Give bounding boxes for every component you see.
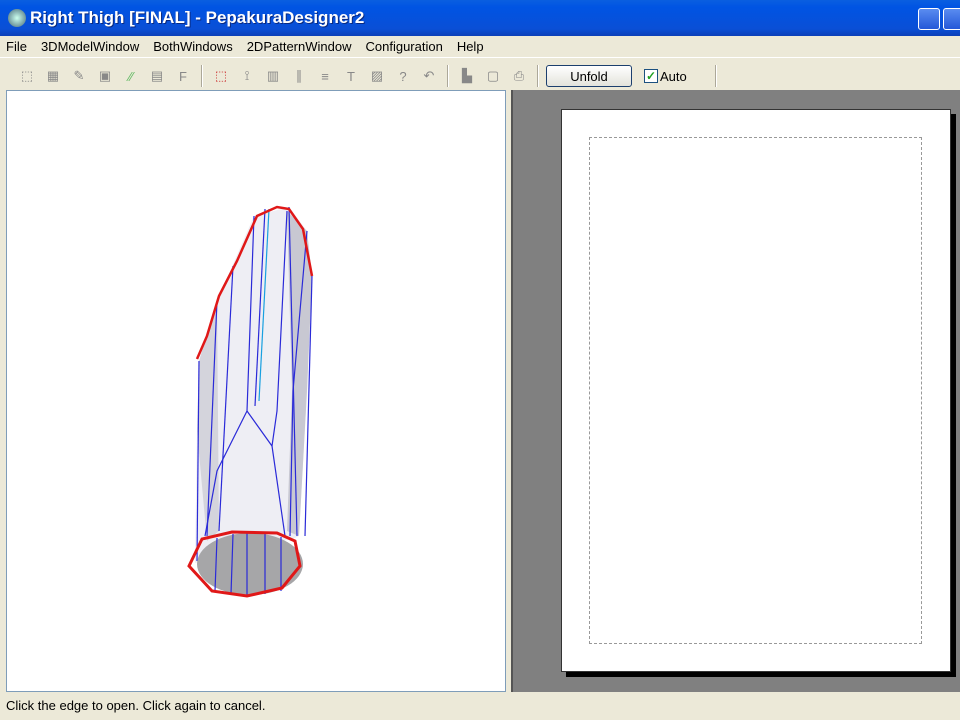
number-icon[interactable]: ▣ (95, 67, 115, 85)
select-region-icon[interactable]: ⬚ (17, 67, 37, 85)
maximize-button[interactable] (943, 8, 960, 30)
3d-model (187, 205, 314, 598)
menu-help[interactable]: Help (457, 39, 484, 54)
print-icon[interactable]: ⎙ (509, 67, 529, 85)
film-icon[interactable]: ▥ (263, 67, 283, 85)
layers-icon[interactable]: ≡ (315, 67, 335, 85)
auto-label: Auto (660, 68, 687, 84)
flap-icon[interactable]: F (173, 67, 193, 85)
menu-3dmodelwindow[interactable]: 3DModelWindow (41, 39, 139, 54)
join-edge-icon[interactable]: ⟟ (237, 67, 257, 85)
toolbar-separator (537, 65, 539, 87)
clipboard-icon[interactable]: ▢ (483, 67, 503, 85)
menu-bothwindows[interactable]: BothWindows (153, 39, 232, 54)
3d-model-view[interactable] (6, 90, 506, 692)
unfold-button[interactable]: Unfold (546, 65, 632, 87)
app-icon (8, 9, 26, 27)
select-cursor-icon[interactable]: ⬚ (211, 67, 231, 85)
undo-icon[interactable]: ↶ (419, 67, 439, 85)
window-title: Right Thigh [FINAL] - PepakuraDesigner2 (30, 8, 365, 27)
toolbar: ⬚ ▦ ✎ ▣ ⁄⁄ ▤ F ⬚ ⟟ ▥ ∥ ≡ T ▨ ? ↶ ▙ ▢ ⎙ U… (0, 62, 960, 90)
fold-lines-icon[interactable]: ⁄⁄ (121, 67, 141, 85)
arrange-icon[interactable]: ▙ (457, 67, 477, 85)
paper-sheet (561, 109, 951, 672)
text-icon[interactable]: T (341, 67, 361, 85)
menu-bar: File 3DModelWindow BothWindows 2DPattern… (0, 36, 960, 58)
menu-file[interactable]: File (6, 39, 27, 54)
auto-checkbox[interactable]: ✓ Auto (644, 69, 687, 84)
title-bar: Right Thigh [FINAL] - PepakuraDesigner2 (0, 0, 960, 36)
lines-icon[interactable]: ∥ (289, 67, 309, 85)
toolbar-separator (714, 65, 717, 87)
menu-2dpatternwindow[interactable]: 2DPatternWindow (247, 39, 352, 54)
image-icon[interactable]: ▨ (367, 67, 387, 85)
menu-configuration[interactable]: Configuration (365, 39, 442, 54)
grid-icon[interactable]: ▦ (43, 67, 63, 85)
print-margin (589, 137, 922, 644)
paint-icon[interactable]: ✎ (69, 67, 89, 85)
toolbar-separator (201, 65, 203, 87)
page-icon[interactable]: ▤ (147, 67, 167, 85)
minimize-button[interactable] (918, 8, 940, 30)
status-bar: Click the edge to open. Click again to c… (6, 698, 266, 713)
checkmark-icon: ✓ (644, 69, 658, 83)
toolbar-separator (447, 65, 449, 87)
help-cube-icon[interactable]: ? (393, 67, 413, 85)
2d-pattern-view[interactable] (511, 90, 960, 692)
